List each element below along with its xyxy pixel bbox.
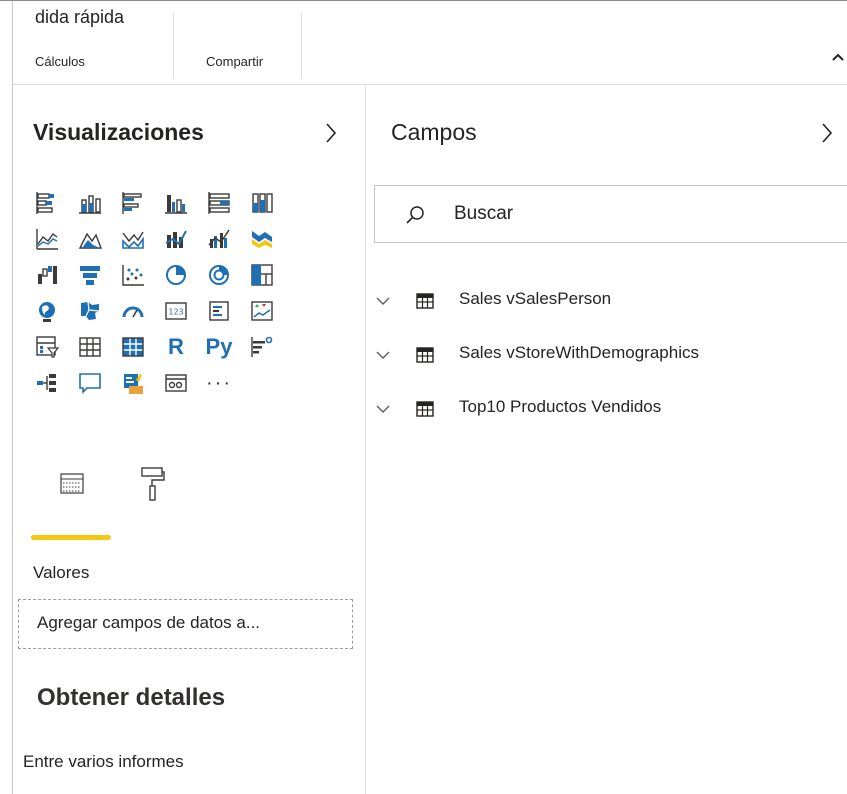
fields-title: Campos — [391, 119, 477, 145]
pie-chart-icon[interactable] — [159, 258, 193, 292]
search-icon — [406, 206, 424, 224]
stacked-column-chart-icon[interactable] — [73, 186, 107, 220]
100-stacked-column-chart-icon[interactable] — [245, 186, 279, 220]
field-table-label: Sales vSalesPerson — [459, 289, 612, 308]
line-and-stacked-column-chart-icon[interactable] — [159, 222, 193, 256]
field-table-item[interactable]: Sales vStoreWithDemographics — [376, 338, 836, 374]
multi-row-card-icon[interactable] — [202, 294, 236, 328]
map-icon[interactable] — [30, 294, 64, 328]
clustered-column-chart-icon[interactable] — [159, 186, 193, 220]
gauge-icon[interactable] — [116, 294, 150, 328]
search-input[interactable] — [454, 201, 834, 227]
ribbon-separator — [301, 13, 302, 79]
table-icon[interactable] — [73, 330, 107, 364]
stacked-area-chart-icon[interactable] — [116, 222, 150, 256]
visualizations-title: Visualizaciones — [33, 119, 204, 145]
decomposition-tree-icon[interactable] — [30, 366, 64, 400]
collapse-ribbon-chevron-up-icon[interactable] — [831, 51, 845, 65]
filled-map-icon[interactable] — [73, 294, 107, 328]
kpi-icon[interactable] — [245, 294, 279, 328]
waterfall-chart-icon[interactable] — [30, 258, 64, 292]
ribbon: dida rápida Cálculos Compartir — [13, 1, 847, 85]
chevron-down-icon[interactable] — [376, 349, 390, 361]
field-table-item[interactable]: Top10 Productos Vendidos — [376, 392, 836, 428]
format-paint-roller-icon[interactable] — [135, 466, 169, 502]
matrix-icon[interactable] — [116, 330, 150, 364]
cross-report-label: Entre varios informes — [23, 752, 184, 771]
100-stacked-bar-chart-icon[interactable] — [202, 186, 236, 220]
funnel-chart-icon[interactable] — [73, 258, 107, 292]
area-chart-icon[interactable] — [73, 222, 107, 256]
chevron-down-icon[interactable] — [376, 295, 390, 307]
values-section-label: Valores — [33, 563, 90, 582]
values-drop-placeholder: Agregar campos de datos a... — [37, 613, 261, 632]
collapse-visualizations-chevron-right-icon[interactable] — [324, 122, 338, 144]
python-visual-icon[interactable]: Py — [202, 330, 236, 364]
svg-text:123: 123 — [168, 308, 183, 317]
ribbon-separator — [173, 13, 174, 79]
visualizations-pane: Visualizaciones 123 R Py ··· Valores Agr… — [13, 86, 366, 794]
fields-search-box[interactable] — [374, 185, 847, 243]
ribbon-group-compartir: Compartir — [206, 54, 264, 69]
key-influencers-icon[interactable] — [245, 330, 279, 364]
collapse-fields-chevron-right-icon[interactable] — [820, 122, 834, 144]
ribbon-group-calculos: Cálculos — [35, 54, 85, 69]
smart-narrative-icon[interactable] — [116, 366, 150, 400]
table-icon — [416, 293, 434, 309]
fields-tab-icon[interactable] — [55, 466, 89, 502]
qa-icon[interactable] — [73, 366, 107, 400]
field-table-item[interactable]: Sales vSalesPerson — [376, 284, 836, 320]
line-and-clustered-column-chart-icon[interactable] — [202, 222, 236, 256]
treemap-icon[interactable] — [245, 258, 279, 292]
values-drop-well[interactable]: Agregar campos de datos a... — [18, 599, 353, 649]
paginated-report-icon[interactable] — [159, 366, 193, 400]
visual-gallery: 123 R Py ··· — [30, 186, 279, 400]
drillthrough-section-title: Obtener detalles — [37, 684, 226, 711]
fields-pane: Campos Sales vSalesPerson Sales vStoreWi… — [367, 86, 847, 794]
line-chart-icon[interactable] — [30, 222, 64, 256]
donut-chart-icon[interactable] — [202, 258, 236, 292]
power-bi-window: dida rápida Cálculos Compartir Visualiza… — [0, 0, 847, 794]
r-script-visual-icon[interactable]: R — [159, 330, 193, 364]
stacked-bar-chart-icon[interactable] — [30, 186, 64, 220]
active-tab-indicator — [31, 535, 111, 540]
table-icon — [416, 401, 434, 417]
clustered-bar-chart-icon[interactable] — [116, 186, 150, 220]
chevron-down-icon[interactable] — [376, 403, 390, 415]
table-icon — [416, 347, 434, 363]
slicer-icon[interactable] — [30, 330, 64, 364]
field-table-label: Sales vStoreWithDemographics — [459, 343, 699, 362]
ribbon-quick-measure-label[interactable]: dida rápida — [35, 7, 124, 28]
card-icon[interactable]: 123 — [159, 294, 193, 328]
scatter-chart-icon[interactable] — [116, 258, 150, 292]
more-visuals-icon[interactable]: ··· — [202, 366, 236, 400]
ribbon-chart-icon[interactable] — [245, 222, 279, 256]
field-table-label: Top10 Productos Vendidos — [459, 397, 662, 416]
